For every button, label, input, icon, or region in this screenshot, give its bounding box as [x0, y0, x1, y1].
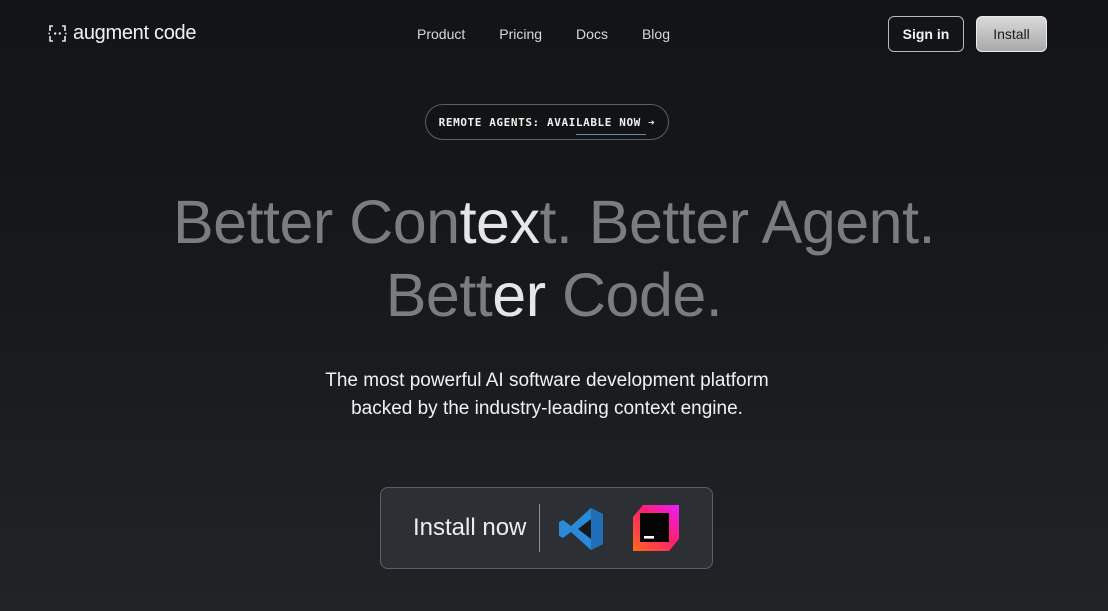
logo[interactable]: augment code	[48, 22, 196, 45]
sign-in-button[interactable]: Sign in	[888, 16, 964, 52]
headline-line-1-end: t. Better Agent.	[539, 188, 935, 256]
augment-logo-icon	[48, 25, 67, 42]
announcement-pill[interactable]: REMOTE AGENTS: AVAILABLE NOW ➔	[425, 104, 669, 140]
nav-links: Product Pricing Docs Blog	[417, 26, 704, 42]
install-now-label: Install now	[413, 514, 527, 541]
subtitle-line-1: The most powerful AI software developmen…	[325, 370, 769, 391]
headline-line-2-highlight: er	[492, 261, 546, 329]
nav-link-blog[interactable]: Blog	[642, 26, 670, 42]
nav-link-docs[interactable]: Docs	[576, 26, 608, 42]
headline-line-1-start: Better Con	[172, 188, 460, 256]
headline-line-2-end: Code.	[545, 261, 723, 329]
headline-line-1: Better Context. Better Agent.	[0, 186, 1108, 259]
divider	[539, 504, 540, 552]
headline-line-1-highlight: tex	[459, 188, 540, 256]
nav-link-product[interactable]: Product	[417, 26, 465, 42]
top-navigation: augment code Product Pricing Docs Blog S…	[0, 0, 1108, 70]
hero-headline: Better Context. Better Agent. Better Cod…	[0, 186, 1108, 332]
jetbrains-icon[interactable]	[631, 503, 681, 553]
headline-line-2: Better Code.	[0, 259, 1108, 332]
subtitle-line-2: backed by the industry-leading context e…	[351, 398, 743, 419]
install-button[interactable]: Install	[976, 16, 1047, 52]
nav-link-pricing[interactable]: Pricing	[499, 26, 542, 42]
install-now-card[interactable]: Install now	[380, 487, 713, 569]
vscode-icon[interactable]	[557, 505, 605, 553]
headline-line-2-start: Bett	[385, 261, 493, 329]
announcement-text: REMOTE AGENTS: AVAILABLE NOW ➔	[438, 115, 656, 129]
hero-subtitle: The most powerful AI software developmen…	[0, 367, 1094, 423]
logo-text: augment code	[73, 22, 197, 44]
announcement-underline	[576, 134, 646, 135]
